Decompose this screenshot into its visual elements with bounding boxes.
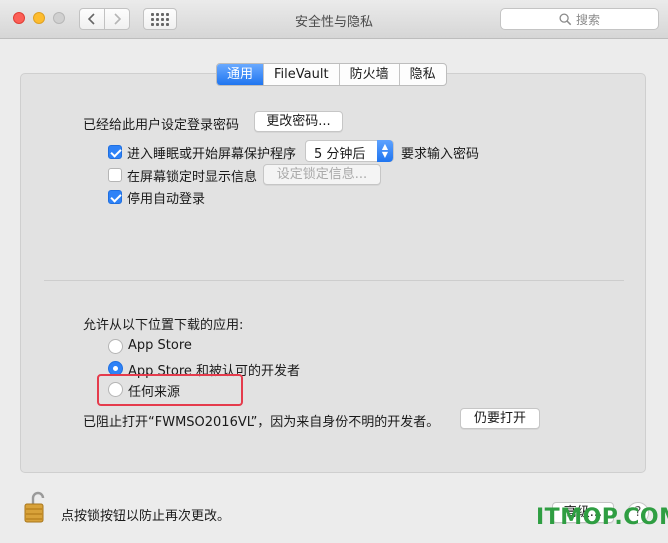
disable-auto-login-label: 停用自动登录 — [127, 192, 206, 207]
search-field[interactable]: 搜索 — [500, 8, 659, 30]
require-password-label: 进入睡眠或开始屏幕保护程序 — [127, 147, 297, 162]
require-password-suffix: 要求输入密码 — [401, 147, 480, 162]
password-delay-value: 5 分钟后 — [314, 147, 366, 162]
section-divider — [44, 280, 624, 281]
tab-privacy[interactable]: 隐私 — [400, 64, 446, 85]
watermark-text: ITMOP.COM — [536, 505, 668, 530]
password-set-label: 已经给此用户设定登录密码 — [83, 118, 240, 133]
show-message-checkbox[interactable] — [108, 168, 122, 182]
tab-firewall[interactable]: 防火墙 — [340, 64, 400, 85]
tab-bar: 通用 FileVault 防火墙 隐私 — [216, 63, 447, 86]
search-icon — [559, 12, 572, 25]
password-delay-popup[interactable]: 5 分钟后 ▲ ▼ — [305, 140, 394, 162]
require-password-checkbox[interactable] — [108, 145, 122, 159]
unlocked-padlock-icon — [24, 491, 45, 523]
tab-filevault[interactable]: FileVault — [264, 64, 340, 85]
disable-auto-login-checkbox[interactable] — [108, 190, 122, 204]
open-anyway-button[interactable]: 仍要打开 — [460, 408, 540, 429]
radio-app-store[interactable] — [108, 339, 123, 354]
change-password-button[interactable]: 更改密码... — [254, 111, 343, 132]
title-bar: 安全性与隐私 搜索 — [0, 0, 668, 39]
tab-general[interactable]: 通用 — [217, 64, 265, 85]
search-placeholder: 搜索 — [575, 12, 600, 27]
radio-app-store-label: App Store — [128, 338, 192, 353]
lock-hint-text: 点按锁按钮以防止再次更改。 — [61, 509, 231, 524]
blocked-app-message: 已阻止打开“FWMSO2016VL”，因为来自身份不明的开发者。 — [83, 415, 440, 430]
downloads-heading: 允许从以下位置下载的应用: — [83, 318, 244, 333]
highlight-box — [97, 374, 243, 406]
show-message-label: 在屏幕锁定时显示信息 — [127, 170, 258, 185]
popup-arrows-icon: ▲ ▼ — [377, 140, 393, 162]
set-lock-message-button[interactable]: 设定锁定信息... — [263, 164, 381, 185]
lock-button[interactable] — [23, 490, 47, 524]
